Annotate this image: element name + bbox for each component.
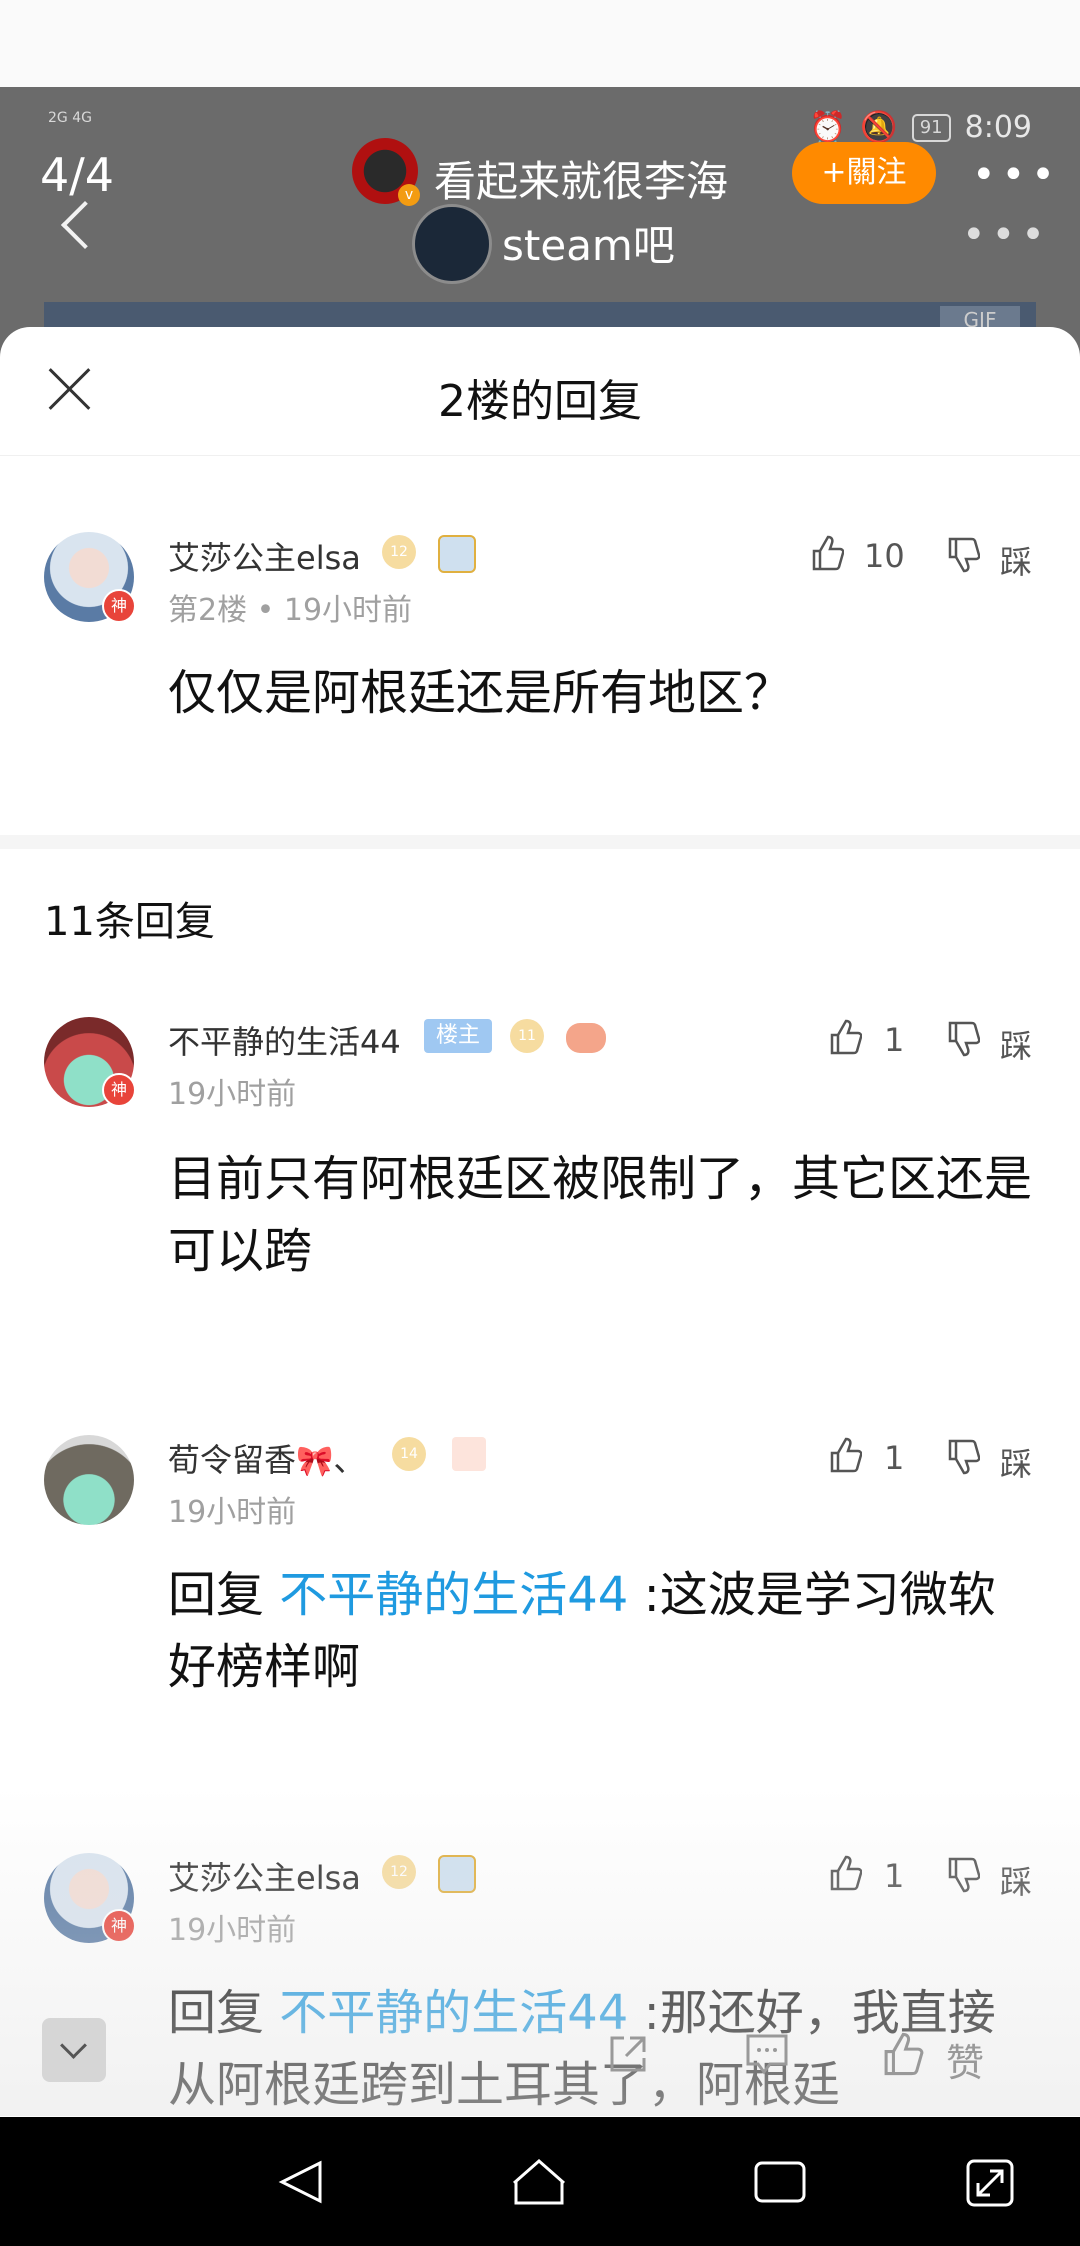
mute-icon: 🔕: [860, 110, 898, 145]
diamond-badge-icon: [452, 1437, 486, 1471]
like-count: 1: [884, 1857, 905, 1895]
comment-icon[interactable]: [744, 2032, 790, 2076]
nav-recents-icon[interactable]: [752, 2157, 808, 2207]
nav-back-icon[interactable]: [276, 2157, 326, 2207]
thumb-down-icon[interactable]: [946, 537, 980, 573]
collapse-toggle-icon[interactable]: [42, 2018, 106, 2082]
system-nav-bar: [0, 2117, 1080, 2246]
steam-logo-icon[interactable]: [412, 204, 492, 284]
dislike-label[interactable]: 踩: [1000, 1439, 1032, 1485]
reply-time: 19小时前: [168, 1495, 297, 1530]
thumb-down-icon[interactable]: [946, 1439, 980, 1475]
post-content: 仅仅是阿根廷还是所有地区？: [168, 665, 793, 721]
god-badge-icon: 神: [102, 1073, 136, 1107]
forum-more-icon[interactable]: •••: [962, 212, 1051, 258]
gear-badge-icon: [438, 535, 476, 573]
reply-time: 19小时前: [168, 1913, 297, 1948]
username[interactable]: 艾莎公主elsa: [168, 533, 361, 579]
god-badge-icon: 神: [102, 1909, 136, 1943]
thumb-up-icon[interactable]: [828, 1437, 862, 1473]
thumb-down-icon[interactable]: [946, 1021, 980, 1057]
thumb-up-icon[interactable]: [810, 535, 844, 571]
god-badge-icon: 神: [102, 589, 136, 623]
clock: 8:09: [964, 110, 1032, 145]
forum-name[interactable]: steam吧: [502, 212, 675, 273]
reply-sheet: 2楼的回复 神 艾莎公主elsa 12 第2楼 • 19小时前 10 踩 仅仅是…: [0, 327, 1080, 2117]
like-icon[interactable]: [880, 2032, 924, 2076]
author-name[interactable]: 看起来就很李海: [434, 148, 728, 209]
verified-badge-icon: v: [398, 184, 420, 206]
username[interactable]: 不平静的生活44: [168, 1017, 401, 1063]
reply-content: 目前只有阿根廷区被限制了，其它区还是可以跨: [168, 1151, 1033, 1279]
section-divider: [0, 835, 1080, 849]
page-counter: 4/4: [40, 148, 115, 202]
thumb-down-icon[interactable]: [946, 1857, 980, 1893]
gear-badge-icon: [438, 1855, 476, 1893]
nav-home-icon[interactable]: [510, 2157, 568, 2207]
reply-time: 19小时前: [168, 1077, 297, 1112]
host-badge: 楼主: [424, 1019, 493, 1053]
more-options-icon[interactable]: •••: [972, 152, 1061, 198]
mention-link[interactable]: 不平静的生活44: [279, 1567, 628, 1623]
nav-rotate-icon[interactable]: [964, 2157, 1016, 2209]
dislike-label[interactable]: 踩: [1000, 537, 1032, 583]
network-status: 2G 4G: [48, 110, 92, 126]
reply-prefix: 回复: [168, 1567, 280, 1623]
share-icon[interactable]: [606, 2032, 650, 2076]
username[interactable]: 艾莎公主elsa: [168, 1853, 361, 1899]
bow-icon: 🎀: [296, 1444, 334, 1479]
floor-time: 第2楼 • 19小时前: [168, 593, 413, 628]
top-strip: [0, 0, 1080, 88]
level-badge: 12: [382, 1855, 416, 1889]
username: 荀令留香: [168, 1441, 297, 1479]
reply-prefix: 回复: [168, 1985, 280, 2041]
level-badge: 11: [510, 1019, 544, 1053]
like-count: 1: [884, 1439, 905, 1477]
username-suffix: 、: [333, 1441, 366, 1479]
status-bar-right: ⏰ 🔕 91 8:09: [809, 110, 1032, 145]
username-row[interactable]: 荀令留香🎀、: [168, 1435, 365, 1481]
reply-content: 回复 不平静的生活44 :这波是学习微软好榜样啊: [168, 1559, 1008, 1703]
battery-indicator: 91: [911, 113, 951, 142]
like-count: 10: [864, 537, 905, 575]
dislike-label[interactable]: 踩: [1000, 1021, 1032, 1067]
game-badge-icon: [566, 1023, 606, 1053]
level-badge: 14: [392, 1437, 426, 1471]
like-label[interactable]: 赞: [946, 2032, 984, 2087]
thumb-up-icon[interactable]: [828, 1019, 862, 1055]
alarm-icon: ⏰: [809, 110, 847, 145]
mention-link[interactable]: 不平静的生活44: [279, 1985, 628, 2041]
like-count: 1: [884, 1021, 905, 1059]
sheet-title: 2楼的回复: [438, 376, 642, 427]
thumb-up-icon[interactable]: [828, 1855, 862, 1891]
level-badge: 12: [382, 535, 416, 569]
avatar[interactable]: [44, 1435, 134, 1525]
dislike-label[interactable]: 踩: [1000, 1857, 1032, 1903]
reply-count: 11条回复: [44, 899, 215, 945]
follow-button[interactable]: +關注: [792, 142, 936, 204]
